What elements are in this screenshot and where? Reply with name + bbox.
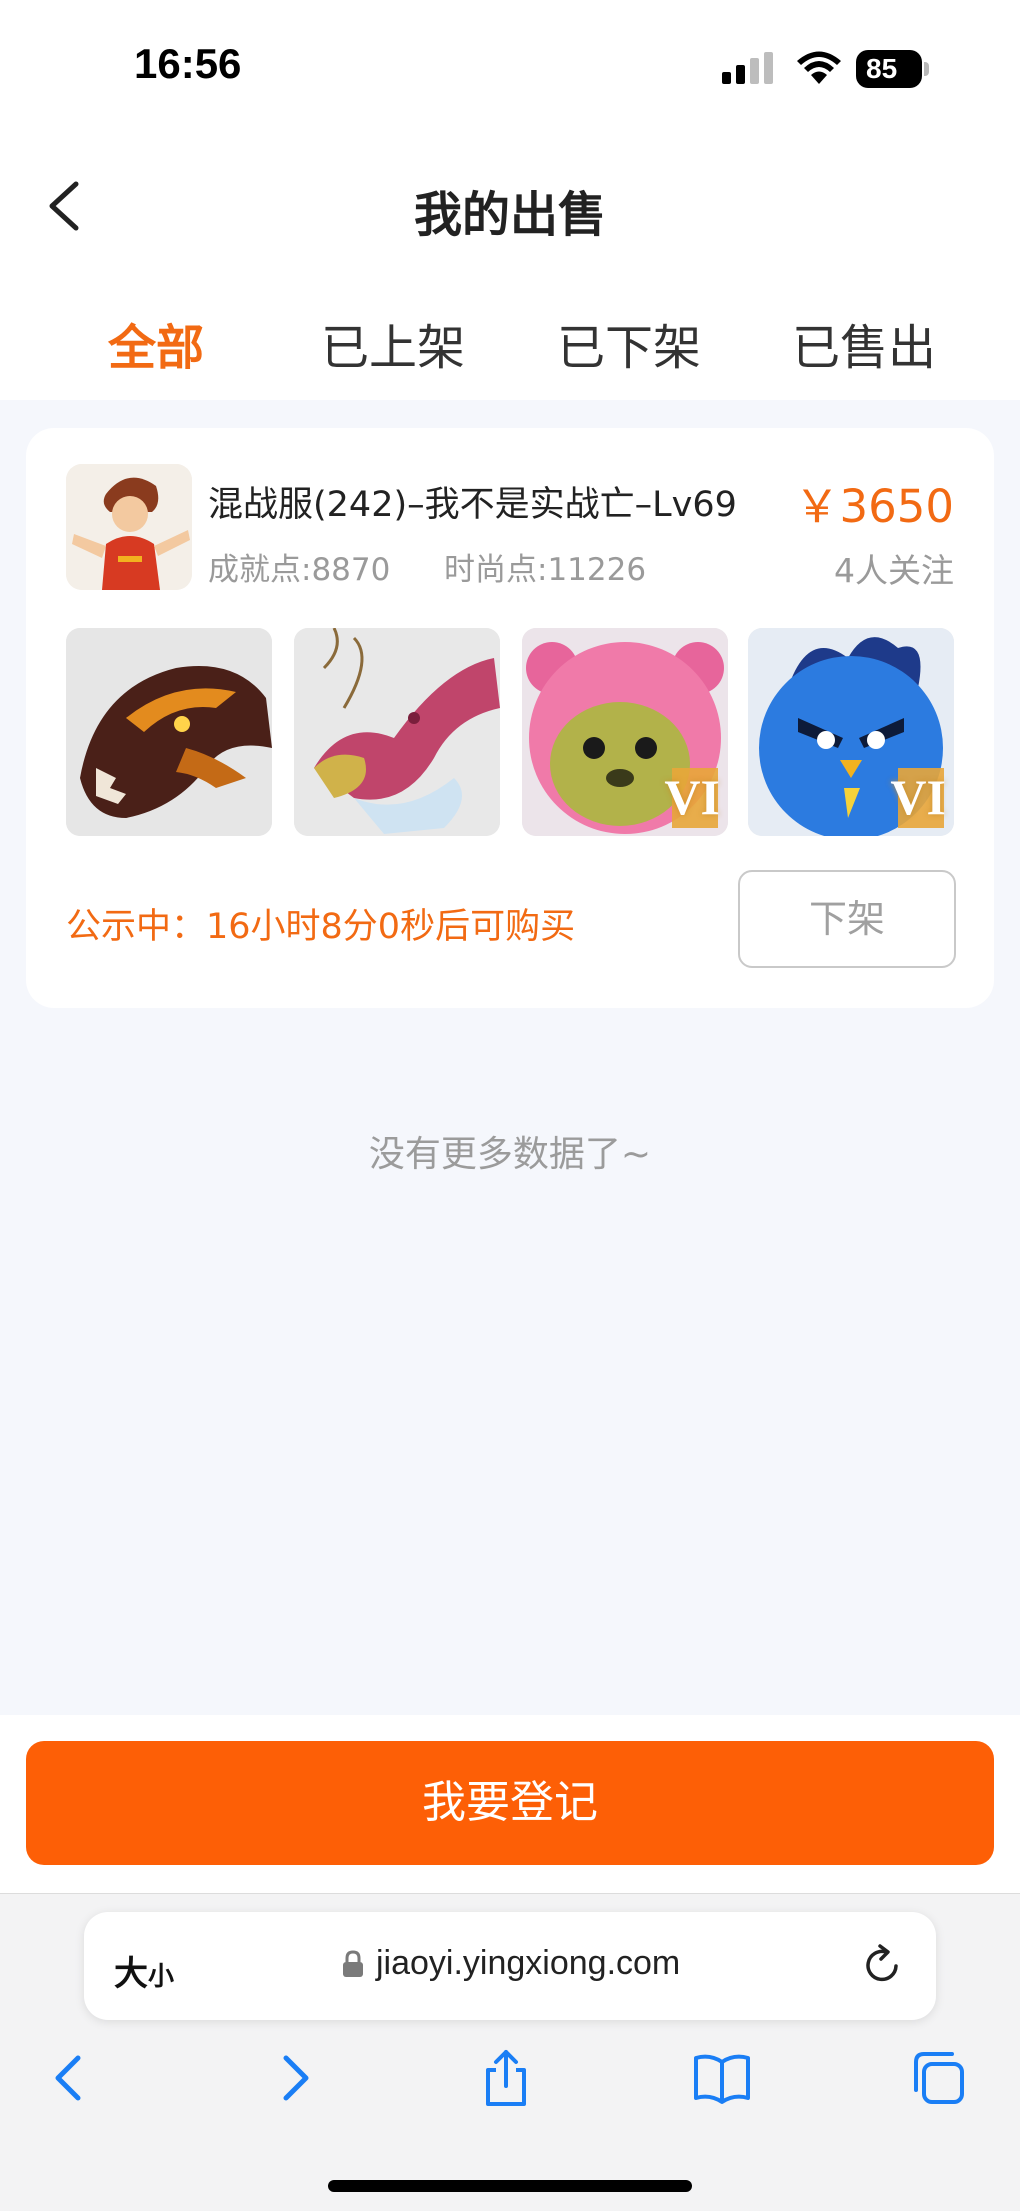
browser-back-icon[interactable] [40,2048,100,2108]
text-size-button[interactable]: 大小 [114,1946,174,1995]
wifi-icon [797,51,841,84]
tab-sold[interactable]: 已售出 [744,308,984,376]
tabs-icon[interactable] [908,2048,968,2108]
aa-small: 小 [148,1962,175,1992]
lock-icon [343,1950,363,1977]
item-thumbnails: VI VI [66,628,954,836]
home-indicator [328,2180,692,2192]
achievement-points: 成就点:8870 [208,552,391,588]
no-more-data-text: 没有更多数据了~ [368,1134,652,1175]
bookmarks-icon[interactable] [692,2048,752,2108]
battery-level: 85 [856,50,922,88]
filter-tabs: 全部 已上架 已下架 已售出 [0,280,1020,400]
character-avatar [66,464,192,590]
status-time: 16:56 [134,40,242,87]
browser-forward-icon[interactable] [264,2048,324,2108]
tab-listed[interactable]: 已上架 [273,308,513,376]
blue-bird-pet-thumbnail[interactable]: VI [748,628,954,836]
tab-all[interactable]: 全部 [36,308,276,376]
cellular-signal-icon [722,52,773,84]
bottom-action-bar: 我要登记 [0,1715,1020,1893]
share-icon[interactable] [476,2048,536,2108]
browser-toolbar: 大小 jiaoyi.yingxiong.com [0,1893,1020,2211]
battery-icon: 85 [856,50,929,88]
vip-badge: VI [890,769,946,825]
follower-count: 4人关注 [834,551,954,590]
pink-bear-pet-thumbnail[interactable]: VI [522,628,728,836]
status-bar: 16:56 85 [0,0,1020,130]
register-button[interactable]: 我要登记 [26,1741,994,1865]
eastern-dragon-thumbnail[interactable] [294,628,500,836]
publicity-notice: 公示中：16小时8分0秒后可购买 [66,907,576,947]
listing-price: ￥3650 [794,480,954,533]
fashion-points: 时尚点:11226 [444,552,647,588]
vip-badge: VI [664,769,720,825]
listing-card[interactable]: 混战服(242)–我不是实战亡–Lv69 ￥3650 成就点:8870 时尚点:… [26,428,994,1008]
delist-button[interactable]: 下架 [738,870,956,968]
aa-large: 大 [114,1954,148,1994]
reload-icon[interactable] [862,1942,904,1988]
dark-dragon-thumbnail[interactable] [66,628,272,836]
address-bar[interactable]: 大小 jiaoyi.yingxiong.com [84,1912,936,2020]
page-title: 我的出售 [413,187,606,243]
tab-delisted[interactable]: 已下架 [509,308,749,376]
nav-bar: 我的出售 [0,130,1020,280]
url-text[interactable]: jiaoyi.yingxiong.com [376,1944,680,1983]
listing-title: 混战服(242)–我不是实战亡–Lv69 [208,485,737,525]
